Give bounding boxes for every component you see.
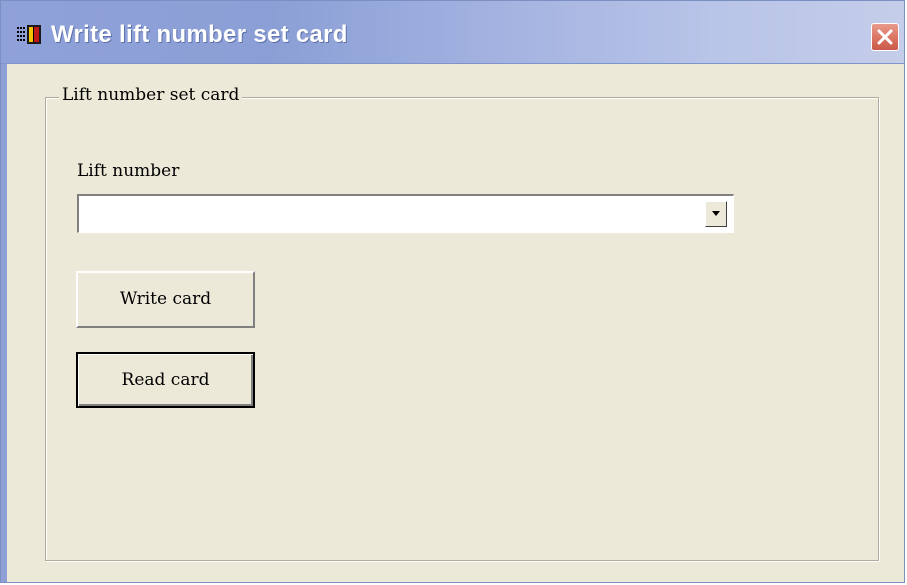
window-title: Write lift number set card: [51, 21, 348, 48]
dropdown-button[interactable]: [705, 201, 727, 227]
dialog-window: Write lift number set card Lift number s…: [0, 0, 905, 583]
lift-number-combobox[interactable]: [77, 194, 734, 233]
app-icon: [17, 24, 43, 46]
close-icon: [877, 29, 893, 45]
groupbox-legend: Lift number set card: [59, 85, 243, 105]
title-bar[interactable]: Write lift number set card: [1, 1, 904, 64]
write-card-button[interactable]: Write card: [76, 271, 255, 328]
window-left-border: [1, 64, 7, 582]
read-card-button[interactable]: Read card: [76, 352, 255, 408]
close-button[interactable]: [871, 23, 899, 51]
lift-number-label: Lift number: [77, 161, 180, 181]
chevron-down-icon: [712, 211, 720, 216]
